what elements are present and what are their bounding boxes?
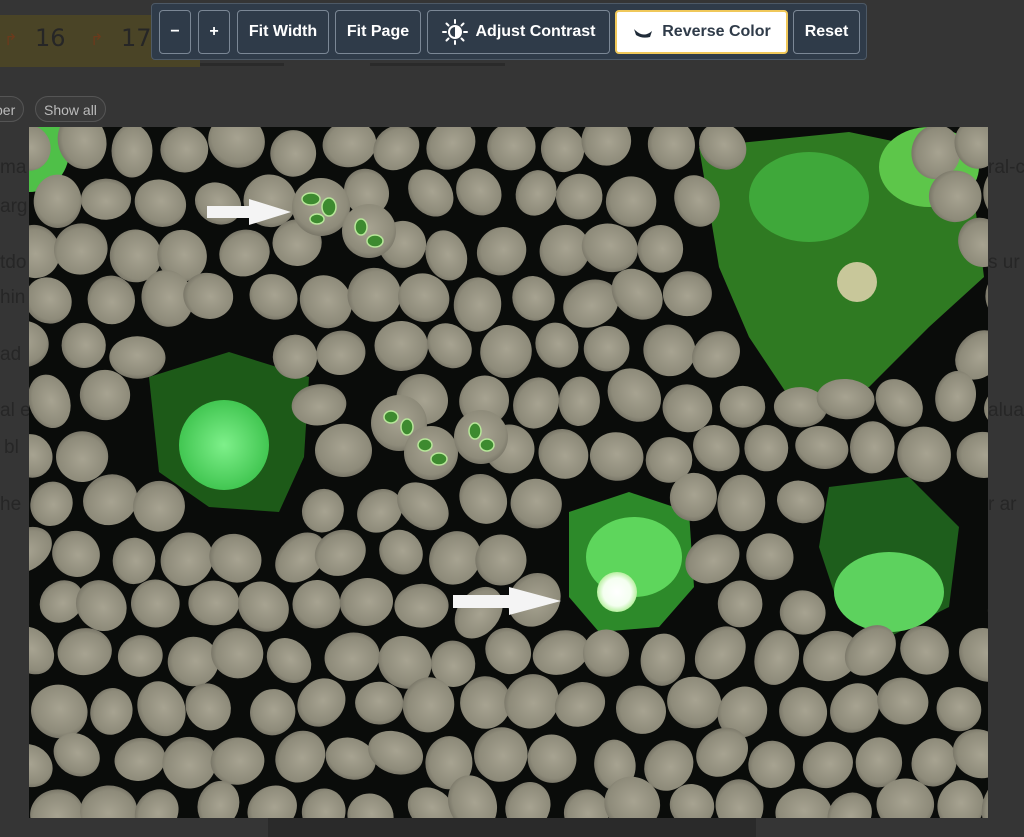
- body-text-fragment: hin: [0, 287, 26, 308]
- body-text-fragment: he: [0, 494, 22, 515]
- reset-button[interactable]: Reset: [793, 10, 860, 54]
- underlying-image-strip: [268, 818, 756, 837]
- reverse-color-icon: [634, 29, 653, 38]
- zoom-out-button[interactable]: −: [159, 10, 191, 54]
- blood-smear-svg: [29, 127, 988, 818]
- body-text-fragment: ad: [0, 344, 22, 365]
- body-text-fragment: al e: [0, 400, 31, 421]
- body-text-fragment: s ur: [988, 252, 1020, 273]
- body-text-fragment: arg: [0, 196, 28, 217]
- reverse-color-button[interactable]: Reverse Color: [615, 10, 788, 54]
- body-text-fragment: ral-c: [988, 157, 1024, 178]
- fit-width-button[interactable]: Fit Width: [237, 10, 329, 54]
- parasitized-cell: [454, 410, 508, 464]
- image-toolbar: − + Fit Width Fit Page Adjust Contrast R…: [151, 3, 867, 60]
- body-text-fragment: bl: [4, 437, 19, 458]
- page-arrow-icon: ↱: [4, 30, 18, 49]
- page-number[interactable]: 17: [121, 24, 152, 52]
- micrograph-image: [29, 127, 988, 818]
- page-number[interactable]: 16: [35, 24, 66, 52]
- adjust-contrast-label: Adjust Contrast: [475, 23, 596, 40]
- body-text-fragment: alua: [988, 400, 1024, 421]
- zoom-in-button[interactable]: +: [198, 10, 230, 54]
- adjust-contrast-button[interactable]: Adjust Contrast: [427, 10, 610, 54]
- zoom-out-label: −: [170, 23, 180, 40]
- reset-label: Reset: [804, 23, 849, 40]
- reverse-color-label: Reverse Color: [662, 23, 771, 40]
- tab-underline: [370, 63, 505, 66]
- parasitized-cell: [342, 204, 396, 258]
- body-text-fragment: ma: [0, 157, 27, 178]
- zoom-in-label: +: [209, 23, 219, 40]
- parasitized-cell: [404, 426, 458, 480]
- page-arrow-icon: ↱: [90, 30, 104, 49]
- red-blood-cell: [315, 423, 372, 477]
- fit-page-button[interactable]: Fit Page: [335, 10, 421, 54]
- tab-underline: [200, 63, 284, 66]
- body-text-fragment: r ar: [988, 494, 1017, 515]
- fit-width-label: Fit Width: [248, 23, 318, 40]
- filter-pill[interactable]: per: [0, 96, 25, 122]
- fit-page-label: Fit Page: [346, 23, 410, 40]
- contrast-sun-icon: [441, 19, 468, 45]
- show-all-pill[interactable]: Show all: [35, 96, 106, 122]
- parasitized-cell: [292, 178, 350, 236]
- body-text-fragment: tdo: [0, 252, 27, 273]
